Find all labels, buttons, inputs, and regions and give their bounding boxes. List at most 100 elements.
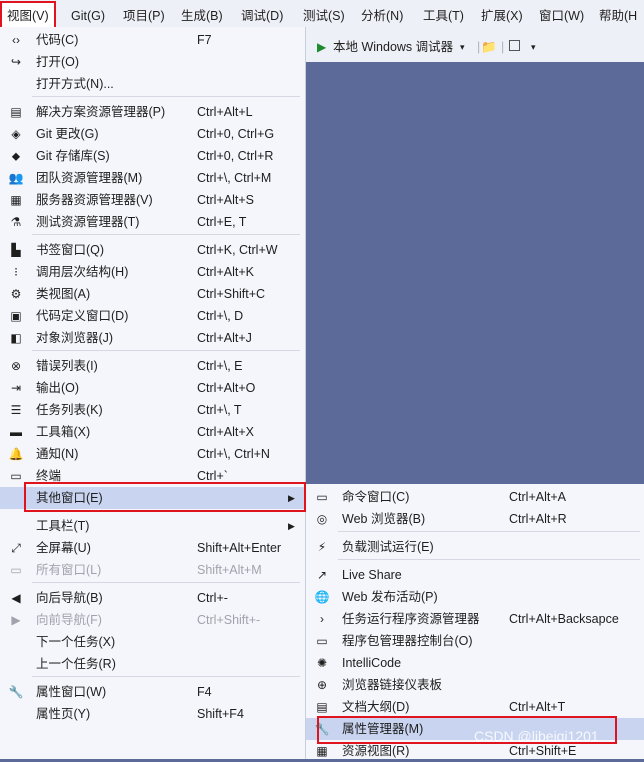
menu-separator [338,559,640,560]
menu-item-22[interactable]: ▭ 终端 Ctrl+` [0,465,304,487]
open-icon: ↪ [10,55,22,69]
menu-item-15[interactable]: ◧ 对象浏览器(J) Ctrl+Alt+J [0,327,304,349]
menu-item-shortcut: F7 [197,33,212,47]
menu-item-21[interactable]: 🔔 通知(N) Ctrl+\, Ctrl+N [0,443,304,465]
submenu-item-shortcut: Ctrl+Alt+Backsapce [509,612,619,626]
menu-item-19[interactable]: ☰ 任务列表(K) Ctrl+\, T [0,399,304,421]
start-debug-icon[interactable]: ▶ [317,32,326,62]
submenu-item-shortcut: Ctrl+Alt+A [509,490,566,504]
menu-item-6[interactable]: ⬥ Git 存储库(S) Ctrl+0, Ctrl+R [0,145,304,167]
menu-item-13[interactable]: ⚙ 类视图(A) Ctrl+Shift+C [0,283,304,305]
menu-item-0[interactable]: ‹› 代码(C) F7 [0,29,304,51]
git-changes-icon: ◈ [11,127,21,141]
submenu-item-label: IntelliCode [342,656,402,670]
submenu-item-8[interactable]: ▭ 程序包管理器控制台(O) [306,630,644,652]
menu-item-label: 属性页(Y) [36,707,91,721]
menu-item-25[interactable]: 工具栏(T) ▶ [0,515,304,537]
watermark: CSDN @libeiqi1201 [474,728,599,744]
submenu-item-9[interactable]: ✺ IntelliCode [306,652,644,674]
submenu-item-11[interactable]: ▤ 文档大纲(D) Ctrl+Alt+T [306,696,644,718]
menu-item-shortcut: Shift+Alt+Enter [197,541,282,555]
menu-item-label: 代码(C) [36,33,79,47]
git-repository-icon: ⬥ [11,149,21,163]
menu-item-11[interactable]: ▙ 书签窗口(Q) Ctrl+K, Ctrl+W [0,239,304,261]
toolbar-separator: | [501,40,505,54]
menu-item-5[interactable]: ◈ Git 更改(G) Ctrl+0, Ctrl+G [0,123,304,145]
submenu-item-shortcut: Ctrl+Alt+T [509,700,566,714]
menu-item-label: Git 存储库(S) [36,149,110,163]
menu-item-label: 任务列表(K) [36,403,103,417]
menu-item-9[interactable]: ⚗ 测试资源管理器(T) Ctrl+E, T [0,211,304,233]
menu-item-shortcut: Ctrl+Alt+X [197,425,254,439]
menu-item-shortcut: Shift+F4 [197,707,244,721]
menu-item-26[interactable]: ⤢ 全屏幕(U) Shift+Alt+Enter [0,537,304,559]
submenu-item-0[interactable]: ▭ 命令窗口(C) Ctrl+Alt+A [306,486,644,508]
load-test-icon: ⚡ [317,540,327,554]
menu-item-8[interactable]: ▦ 服务器资源管理器(V) Ctrl+Alt+S [0,189,304,211]
menu-item-7[interactable]: 👥 团队资源管理器(M) Ctrl+\, Ctrl+M [0,167,304,189]
menu-item-29[interactable]: ◀ 向后导航(B) Ctrl+- [0,587,304,609]
wrench-icon: 🔧 [8,685,24,699]
debug-target-dropdown-icon[interactable]: ▾ [460,32,465,62]
submenu-item-1[interactable]: ◎ Web 浏览器(B) Ctrl+Alt+R [306,508,644,530]
menu-item-4[interactable]: ▤ 解决方案资源管理器(P) Ctrl+Alt+L [0,101,304,123]
submenu-arrow-icon: ▶ [288,521,295,531]
menu-item-14[interactable]: ▣ 代码定义窗口(D) Ctrl+\, D [0,305,304,327]
menu-item-12[interactable]: ⁝ 调用层次结构(H) Ctrl+Alt+K [0,261,304,283]
class-view-icon: ⚙ [10,287,22,301]
menu-item-shortcut: Ctrl+\, Ctrl+N [197,447,270,461]
menu-item-32[interactable]: 上一个任务(R) [0,653,304,675]
menubar-item-7[interactable]: 工具(T) [416,0,471,32]
folder-icon[interactable]: 📁 [481,32,497,62]
menu-item-34[interactable]: 🔧 属性窗口(W) F4 [0,681,304,703]
menu-item-label: 工具栏(T) [36,519,90,533]
code-definition-icon: ▣ [10,309,22,323]
menubar-item-8[interactable]: 扩展(X) [474,0,530,32]
menu-item-20[interactable]: ▬ 工具箱(X) Ctrl+Alt+X [0,421,304,443]
wrench-icon: 🔧 [314,722,330,736]
menu-item-31[interactable]: 下一个任务(X) [0,631,304,653]
toolbar-separator: | [477,40,481,54]
menu-item-23[interactable]: 其他窗口(E) ▶ [0,487,304,509]
code-icon: ‹› [12,33,20,47]
menu-item-27: ▭ 所有窗口(L) Shift+Alt+M [0,559,304,581]
menu-item-shortcut: Ctrl+Alt+O [197,381,256,395]
view-menu: ‹› 代码(C) F7 ↪ 打开(O) 打开方式(N)... ▤ 解决方案资源管理器(P) Ct… [0,27,306,759]
menu-item-shortcut: Ctrl+0, Ctrl+R [197,149,274,163]
menu-item-2[interactable]: 打开方式(N)... [0,73,304,95]
submenu-item-shortcut: Ctrl+Alt+R [509,512,567,526]
menu-item-label: 通知(N) [36,447,79,461]
home-icon[interactable] [509,32,520,62]
submenu-item-3[interactable]: ⚡ 负载测试运行(E) [306,536,644,558]
submenu-item-10[interactable]: ⊕ 浏览器链接仪表板 [306,674,644,696]
start-debug-button[interactable]: 本地 Windows 调试器 [333,32,453,62]
menu-item-label: 书签窗口(Q) [36,243,105,257]
submenu-item-7[interactable]: › 任务运行程序资源管理器 Ctrl+Alt+Backsapce [306,608,644,630]
menubar-item-9[interactable]: 窗口(W) [532,0,591,32]
menu-item-18[interactable]: ⇥ 输出(O) Ctrl+Alt+O [0,377,304,399]
team-explorer-icon: 👥 [8,171,24,185]
package-console-icon: ▭ [316,634,328,648]
menu-item-shortcut: Ctrl+\, E [197,359,243,373]
menubar-item-6[interactable]: 分析(N) [354,0,410,32]
output-icon: ⇥ [10,381,22,395]
menu-item-label: 测试资源管理器(T) [36,215,140,229]
menubar-item-10[interactable]: 帮助(H [592,0,644,32]
web-publish-icon: 🌐 [314,590,330,604]
menu-item-17[interactable]: ⊗ 错误列表(I) Ctrl+\, E [0,355,304,377]
fullscreen-icon: ⤢ [11,541,21,555]
menu-item-label: 向前导航(F) [36,613,102,627]
task-runner-icon: › [320,612,324,626]
toolbar-overflow-icon[interactable]: ▾ [531,32,536,62]
submenu-item-6[interactable]: 🌐 Web 发布活动(P) [306,586,644,608]
menu-item-shortcut: Ctrl+K, Ctrl+W [197,243,278,257]
resource-view-icon: ▦ [316,744,328,758]
menu-item-35[interactable]: 属性页(Y) Shift+F4 [0,703,304,725]
menu-item-label: 工具箱(X) [36,425,91,439]
menu-item-1[interactable]: ↪ 打开(O) [0,51,304,73]
menu-item-label: 向后导航(B) [36,591,103,605]
browser-link-icon: ⊕ [316,678,328,692]
menu-item-shortcut: F4 [197,685,212,699]
submenu-item-5[interactable]: ↗ Live Share [306,564,644,586]
submenu-item-label: 浏览器链接仪表板 [342,678,443,692]
